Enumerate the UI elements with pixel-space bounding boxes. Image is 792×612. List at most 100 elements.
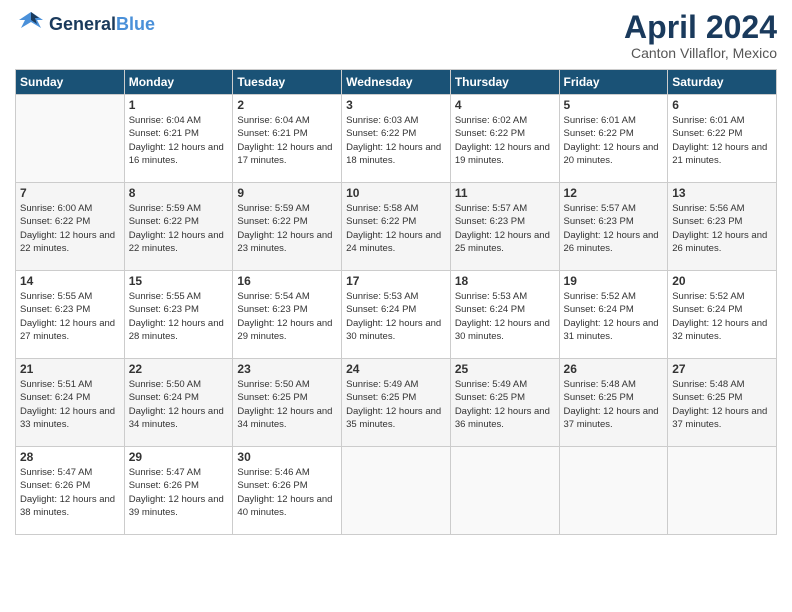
col-friday: Friday — [559, 70, 668, 95]
day-info: Sunrise: 5:47 AM Sunset: 6:26 PM Dayligh… — [129, 466, 229, 519]
day-info: Sunrise: 5:51 AM Sunset: 6:24 PM Dayligh… — [20, 378, 120, 431]
month-year-title: April 2024 — [624, 10, 777, 45]
day-number: 17 — [346, 274, 446, 288]
calendar-cell — [16, 95, 125, 183]
calendar-cell: 28 Sunrise: 5:47 AM Sunset: 6:26 PM Dayl… — [16, 447, 125, 535]
calendar-cell: 23 Sunrise: 5:50 AM Sunset: 6:25 PM Dayl… — [233, 359, 342, 447]
calendar-week-row: 28 Sunrise: 5:47 AM Sunset: 6:26 PM Dayl… — [16, 447, 777, 535]
calendar-cell: 26 Sunrise: 5:48 AM Sunset: 6:25 PM Dayl… — [559, 359, 668, 447]
day-info: Sunrise: 6:01 AM Sunset: 6:22 PM Dayligh… — [672, 114, 772, 167]
day-info: Sunrise: 5:53 AM Sunset: 6:24 PM Dayligh… — [346, 290, 446, 343]
day-info: Sunrise: 5:50 AM Sunset: 6:24 PM Dayligh… — [129, 378, 229, 431]
day-info: Sunrise: 5:57 AM Sunset: 6:23 PM Dayligh… — [564, 202, 664, 255]
title-block: April 2024 Canton Villaflor, Mexico — [624, 10, 777, 61]
day-number: 6 — [672, 98, 772, 112]
day-info: Sunrise: 5:56 AM Sunset: 6:23 PM Dayligh… — [672, 202, 772, 255]
day-number: 27 — [672, 362, 772, 376]
calendar-week-row: 7 Sunrise: 6:00 AM Sunset: 6:22 PM Dayli… — [16, 183, 777, 271]
day-info: Sunrise: 6:01 AM Sunset: 6:22 PM Dayligh… — [564, 114, 664, 167]
calendar-cell: 20 Sunrise: 5:52 AM Sunset: 6:24 PM Dayl… — [668, 271, 777, 359]
day-number: 15 — [129, 274, 229, 288]
calendar-cell: 29 Sunrise: 5:47 AM Sunset: 6:26 PM Dayl… — [124, 447, 233, 535]
calendar-cell — [559, 447, 668, 535]
day-number: 30 — [237, 450, 337, 464]
day-number: 3 — [346, 98, 446, 112]
col-monday: Monday — [124, 70, 233, 95]
col-thursday: Thursday — [450, 70, 559, 95]
logo-text-general: General — [49, 14, 116, 34]
day-number: 1 — [129, 98, 229, 112]
day-info: Sunrise: 5:52 AM Sunset: 6:24 PM Dayligh… — [672, 290, 772, 343]
calendar-cell: 19 Sunrise: 5:52 AM Sunset: 6:24 PM Dayl… — [559, 271, 668, 359]
calendar-cell: 30 Sunrise: 5:46 AM Sunset: 6:26 PM Dayl… — [233, 447, 342, 535]
day-number: 4 — [455, 98, 555, 112]
day-number: 24 — [346, 362, 446, 376]
day-number: 22 — [129, 362, 229, 376]
day-number: 7 — [20, 186, 120, 200]
day-info: Sunrise: 6:03 AM Sunset: 6:22 PM Dayligh… — [346, 114, 446, 167]
calendar-cell: 14 Sunrise: 5:55 AM Sunset: 6:23 PM Dayl… — [16, 271, 125, 359]
day-info: Sunrise: 5:59 AM Sunset: 6:22 PM Dayligh… — [129, 202, 229, 255]
calendar-week-row: 1 Sunrise: 6:04 AM Sunset: 6:21 PM Dayli… — [16, 95, 777, 183]
day-info: Sunrise: 5:47 AM Sunset: 6:26 PM Dayligh… — [20, 466, 120, 519]
location-subtitle: Canton Villaflor, Mexico — [624, 45, 777, 61]
day-number: 19 — [564, 274, 664, 288]
day-info: Sunrise: 5:54 AM Sunset: 6:23 PM Dayligh… — [237, 290, 337, 343]
day-info: Sunrise: 5:48 AM Sunset: 6:25 PM Dayligh… — [672, 378, 772, 431]
calendar-cell: 21 Sunrise: 5:51 AM Sunset: 6:24 PM Dayl… — [16, 359, 125, 447]
day-number: 28 — [20, 450, 120, 464]
calendar-cell: 13 Sunrise: 5:56 AM Sunset: 6:23 PM Dayl… — [668, 183, 777, 271]
calendar-cell: 25 Sunrise: 5:49 AM Sunset: 6:25 PM Dayl… — [450, 359, 559, 447]
calendar-cell — [342, 447, 451, 535]
calendar-cell: 18 Sunrise: 5:53 AM Sunset: 6:24 PM Dayl… — [450, 271, 559, 359]
calendar-cell: 11 Sunrise: 5:57 AM Sunset: 6:23 PM Dayl… — [450, 183, 559, 271]
calendar-week-row: 14 Sunrise: 5:55 AM Sunset: 6:23 PM Dayl… — [16, 271, 777, 359]
day-number: 8 — [129, 186, 229, 200]
day-number: 11 — [455, 186, 555, 200]
day-info: Sunrise: 5:59 AM Sunset: 6:22 PM Dayligh… — [237, 202, 337, 255]
calendar-cell: 7 Sunrise: 6:00 AM Sunset: 6:22 PM Dayli… — [16, 183, 125, 271]
logo: GeneralBlue — [15, 10, 155, 38]
calendar-cell: 8 Sunrise: 5:59 AM Sunset: 6:22 PM Dayli… — [124, 183, 233, 271]
day-number: 29 — [129, 450, 229, 464]
day-info: Sunrise: 5:48 AM Sunset: 6:25 PM Dayligh… — [564, 378, 664, 431]
day-info: Sunrise: 5:50 AM Sunset: 6:25 PM Dayligh… — [237, 378, 337, 431]
day-info: Sunrise: 6:02 AM Sunset: 6:22 PM Dayligh… — [455, 114, 555, 167]
calendar-cell: 4 Sunrise: 6:02 AM Sunset: 6:22 PM Dayli… — [450, 95, 559, 183]
calendar-page: GeneralBlue April 2024 Canton Villaflor,… — [0, 0, 792, 612]
day-number: 25 — [455, 362, 555, 376]
col-wednesday: Wednesday — [342, 70, 451, 95]
day-number: 10 — [346, 186, 446, 200]
day-info: Sunrise: 6:04 AM Sunset: 6:21 PM Dayligh… — [237, 114, 337, 167]
calendar-cell: 22 Sunrise: 5:50 AM Sunset: 6:24 PM Dayl… — [124, 359, 233, 447]
day-info: Sunrise: 5:53 AM Sunset: 6:24 PM Dayligh… — [455, 290, 555, 343]
day-number: 13 — [672, 186, 772, 200]
calendar-table: Sunday Monday Tuesday Wednesday Thursday… — [15, 69, 777, 535]
col-tuesday: Tuesday — [233, 70, 342, 95]
calendar-cell: 17 Sunrise: 5:53 AM Sunset: 6:24 PM Dayl… — [342, 271, 451, 359]
calendar-week-row: 21 Sunrise: 5:51 AM Sunset: 6:24 PM Dayl… — [16, 359, 777, 447]
day-number: 14 — [20, 274, 120, 288]
calendar-cell: 3 Sunrise: 6:03 AM Sunset: 6:22 PM Dayli… — [342, 95, 451, 183]
calendar-cell: 1 Sunrise: 6:04 AM Sunset: 6:21 PM Dayli… — [124, 95, 233, 183]
day-number: 23 — [237, 362, 337, 376]
day-info: Sunrise: 5:55 AM Sunset: 6:23 PM Dayligh… — [129, 290, 229, 343]
logo-bird-icon — [15, 10, 47, 38]
calendar-cell: 10 Sunrise: 5:58 AM Sunset: 6:22 PM Dayl… — [342, 183, 451, 271]
day-info: Sunrise: 5:49 AM Sunset: 6:25 PM Dayligh… — [346, 378, 446, 431]
col-sunday: Sunday — [16, 70, 125, 95]
logo-text-blue: Blue — [116, 14, 155, 34]
calendar-cell: 5 Sunrise: 6:01 AM Sunset: 6:22 PM Dayli… — [559, 95, 668, 183]
day-number: 16 — [237, 274, 337, 288]
calendar-cell: 27 Sunrise: 5:48 AM Sunset: 6:25 PM Dayl… — [668, 359, 777, 447]
calendar-cell: 24 Sunrise: 5:49 AM Sunset: 6:25 PM Dayl… — [342, 359, 451, 447]
day-info: Sunrise: 5:57 AM Sunset: 6:23 PM Dayligh… — [455, 202, 555, 255]
calendar-cell: 2 Sunrise: 6:04 AM Sunset: 6:21 PM Dayli… — [233, 95, 342, 183]
calendar-cell: 9 Sunrise: 5:59 AM Sunset: 6:22 PM Dayli… — [233, 183, 342, 271]
day-number: 20 — [672, 274, 772, 288]
day-number: 5 — [564, 98, 664, 112]
day-info: Sunrise: 5:52 AM Sunset: 6:24 PM Dayligh… — [564, 290, 664, 343]
calendar-cell: 16 Sunrise: 5:54 AM Sunset: 6:23 PM Dayl… — [233, 271, 342, 359]
day-number: 18 — [455, 274, 555, 288]
day-number: 2 — [237, 98, 337, 112]
